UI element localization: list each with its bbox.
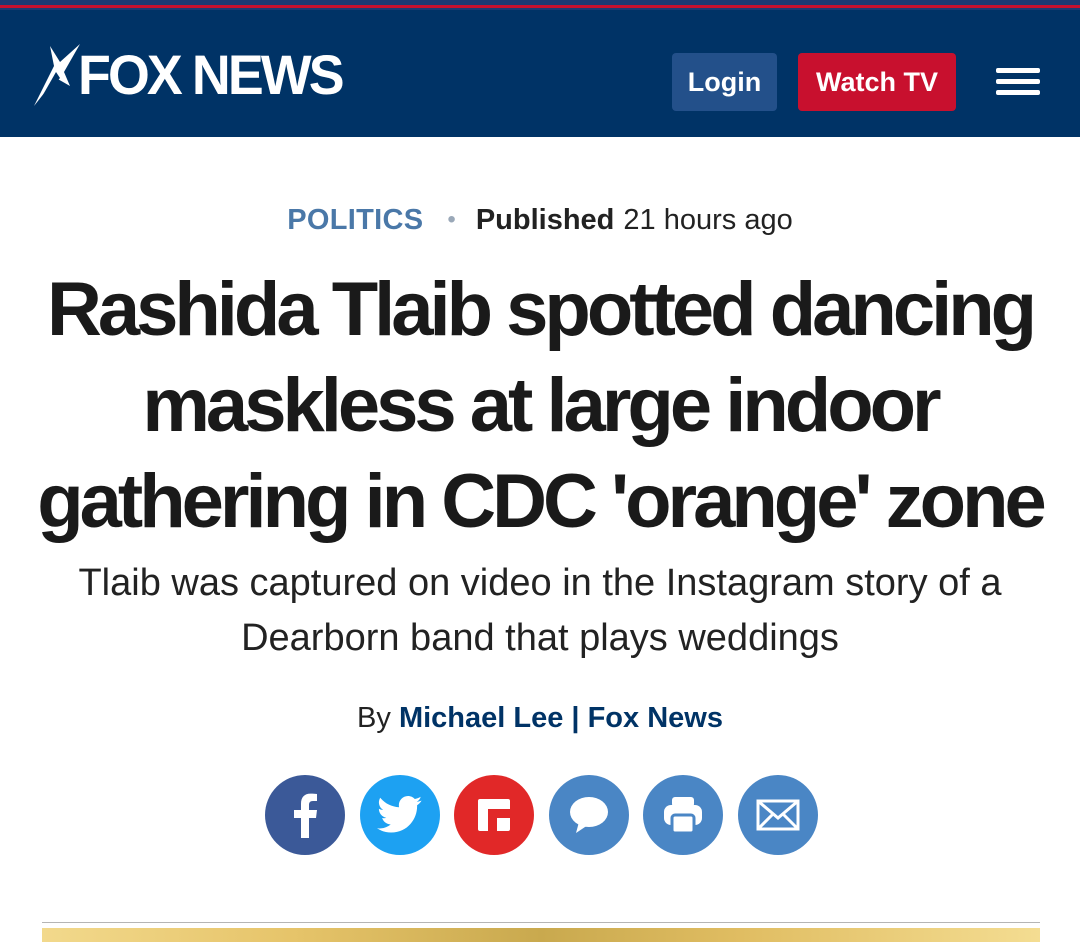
category-link[interactable]: POLITICS <box>287 204 423 237</box>
byline-prefix: By <box>357 702 391 734</box>
print-icon <box>664 797 702 835</box>
facebook-icon <box>294 793 317 838</box>
hamburger-menu-icon[interactable] <box>996 68 1042 98</box>
email-share-button[interactable] <box>738 775 818 855</box>
email-icon <box>756 799 800 831</box>
byline-separator: | <box>571 702 580 734</box>
hero-image[interactable] <box>42 928 1040 942</box>
source-link[interactable]: Fox News <box>588 702 723 734</box>
published-label: Published <box>475 203 615 236</box>
flipboard-icon <box>478 799 510 831</box>
meta-separator: • <box>447 206 456 233</box>
site-header: FOX NEWS Login Watch TV <box>0 10 1080 137</box>
fox-logo-mark-icon <box>30 42 84 108</box>
article-subheadline: Tlaib was captured on video in the Insta… <box>78 562 1002 659</box>
article-meta: POLITICS • Published 21 hours ago <box>0 198 1080 242</box>
facebook-share-button[interactable] <box>265 775 345 855</box>
published-time: 21 hours ago <box>623 203 793 236</box>
author-link[interactable]: Michael Lee <box>399 702 563 734</box>
fox-news-logo[interactable]: FOX NEWS <box>30 40 370 110</box>
login-button[interactable]: Login <box>672 53 777 111</box>
comment-icon <box>570 797 608 833</box>
article-headline: Rashida Tlaib spotted dancing maskless a… <box>37 267 1047 544</box>
twitter-share-button[interactable] <box>360 775 440 855</box>
watch-tv-button[interactable]: Watch TV <box>798 53 956 111</box>
top-stripe <box>0 0 1080 10</box>
print-button[interactable] <box>643 775 723 855</box>
logo-text: FOX NEWS <box>78 43 345 106</box>
share-bar <box>265 775 825 855</box>
twitter-icon <box>377 796 423 833</box>
byline: By Michael Lee | Fox News <box>0 702 1080 746</box>
content-divider <box>42 922 1040 923</box>
flipboard-share-button[interactable] <box>454 775 534 855</box>
comments-button[interactable] <box>549 775 629 855</box>
